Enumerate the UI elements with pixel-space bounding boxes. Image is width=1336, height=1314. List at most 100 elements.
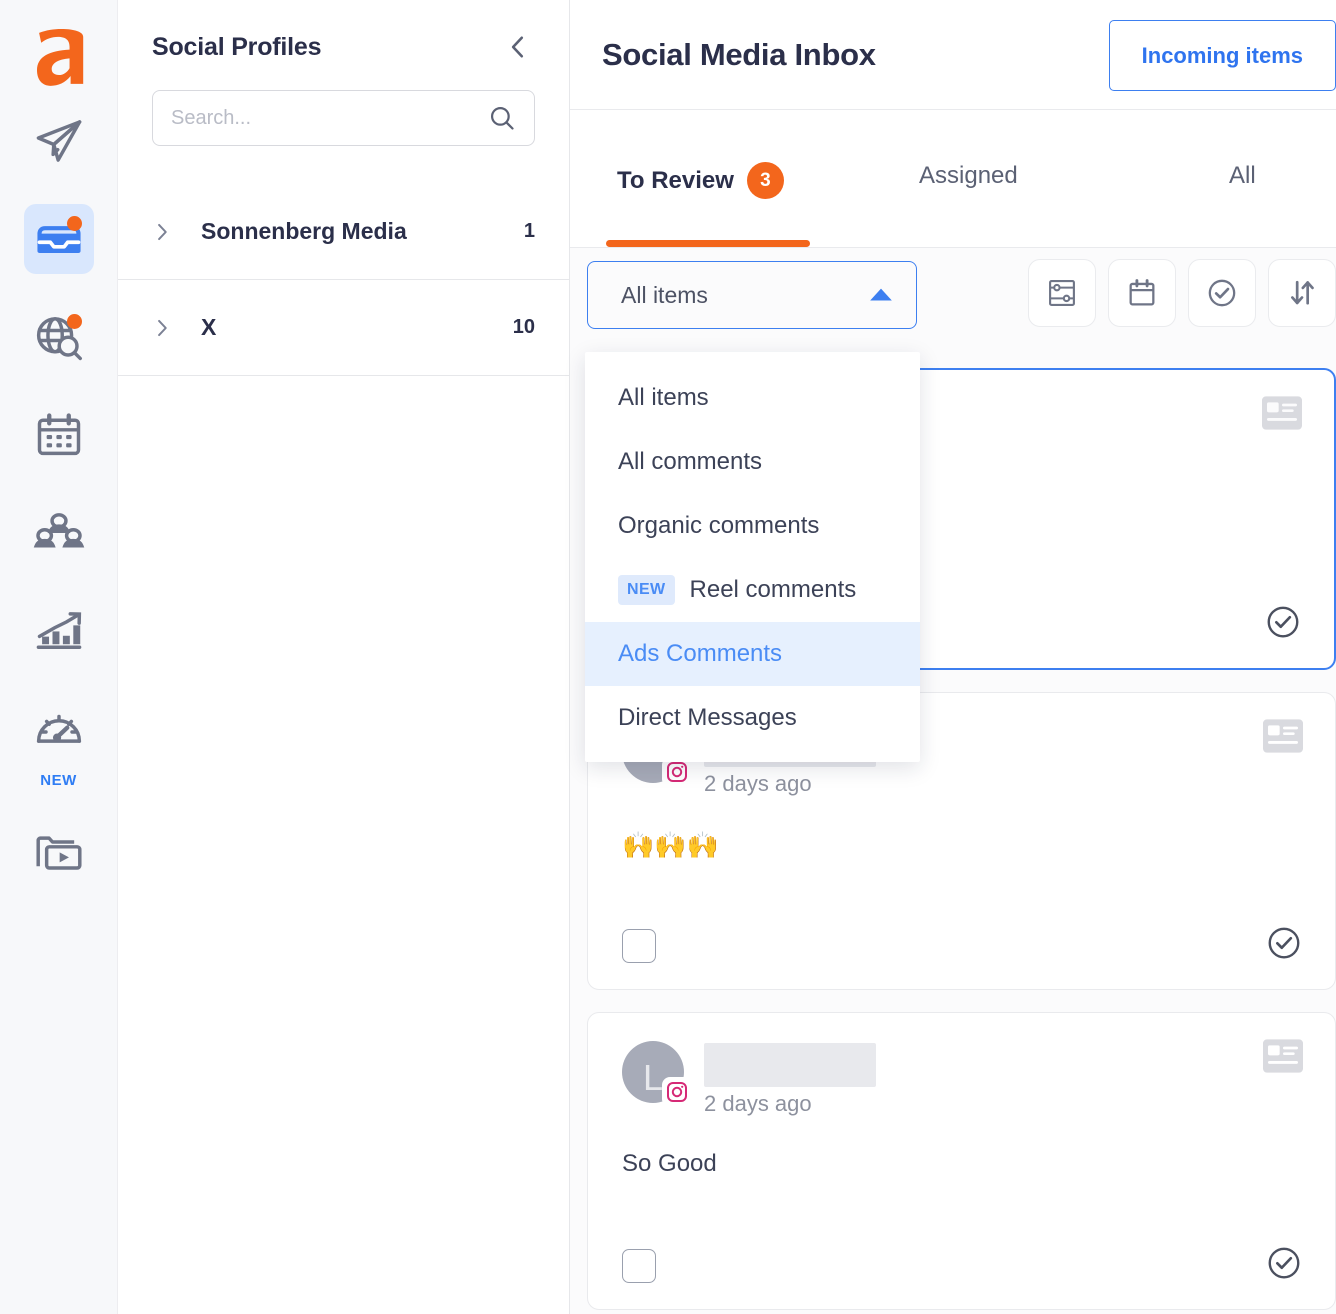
calendar-icon — [1129, 279, 1155, 306]
sort-arrows-icon — [1291, 280, 1314, 305]
avatar-initial: L — [642, 1057, 664, 1098]
listening-notification-dot — [66, 314, 82, 329]
inbox-notification-dot — [66, 216, 82, 231]
card-done-button[interactable] — [1264, 603, 1302, 646]
card-footer — [622, 1244, 1303, 1287]
inbox-tabs: To Review 3 Assigned All — [570, 110, 1336, 248]
inbox-title: Social Media Inbox — [602, 36, 876, 72]
card-text: So Good — [622, 1150, 717, 1177]
dropdown-option-label: Organic comments — [618, 512, 820, 539]
dropdown-option-label: All items — [618, 384, 709, 411]
collapse-panel-button[interactable] — [501, 30, 535, 64]
sort-button[interactable] — [1268, 259, 1336, 327]
card-meta: 2 days ago — [704, 1041, 876, 1117]
chevron-left-icon — [511, 36, 524, 58]
dropdown-option-label: All comments — [618, 448, 763, 475]
rail-item-publishing[interactable] — [24, 106, 94, 176]
dropdown-option-all-comments[interactable]: All comments — [585, 430, 920, 494]
inbox-toolbar — [1028, 259, 1336, 327]
card-done-button[interactable] — [1265, 924, 1303, 967]
rail-item-inbox[interactable] — [23, 204, 94, 274]
search-container — [118, 64, 569, 146]
mark-done-button[interactable] — [1188, 259, 1256, 327]
analytics-chart-icon — [36, 612, 81, 649]
author-name-redacted — [704, 1043, 876, 1087]
instagram-icon — [662, 1077, 692, 1107]
dropdown-option-all-items[interactable]: All items — [585, 366, 920, 430]
inbox-header: Social Media Inbox Incoming items — [570, 0, 1336, 110]
image-placeholder-icon[interactable] — [1263, 719, 1303, 758]
filter-button[interactable] — [1028, 259, 1096, 327]
people-icon — [33, 513, 84, 548]
image-placeholder-glyph — [1263, 719, 1303, 753]
tab-label: To Review — [617, 166, 734, 194]
dropdown-option-label: Direct Messages — [618, 704, 797, 731]
image-placeholder-icon[interactable] — [1263, 1039, 1303, 1078]
calendar-icon — [37, 413, 80, 456]
search-input[interactable] — [171, 106, 488, 130]
image-placeholder-icon[interactable] — [1262, 396, 1302, 435]
image-placeholder-glyph — [1263, 1039, 1303, 1073]
paper-plane-icon — [36, 120, 81, 162]
rail-item-advocacy[interactable] — [24, 498, 94, 568]
page-title: Social Profiles — [152, 32, 322, 61]
dropdown-option-reel-comments[interactable]: NEW Reel comments — [585, 558, 920, 622]
status-badge: 3 — [746, 162, 784, 199]
filter-sliders-icon — [1049, 280, 1075, 306]
inbox-card[interactable]: L 2 days ago So Good — [587, 1012, 1336, 1310]
card-select-checkbox[interactable] — [622, 928, 656, 963]
social-profiles-header: Social Profiles — [118, 0, 569, 64]
chevron-right-icon[interactable] — [152, 220, 178, 244]
active-tab-underline — [606, 240, 810, 247]
rail-item-calendar[interactable] — [24, 400, 94, 470]
card-select-checkbox[interactable] — [622, 1248, 656, 1283]
card-done-button[interactable] — [1265, 1244, 1303, 1287]
card-footer — [622, 924, 1303, 967]
check-circle-icon — [1208, 279, 1236, 307]
dropdown-option-label: Ads Comments — [618, 640, 783, 667]
tab-label: Assigned — [919, 162, 1018, 189]
item-type-select[interactable]: All items — [587, 261, 917, 329]
dropdown-option-ads-comments[interactable]: Ads Comments — [585, 622, 920, 686]
avatar: L — [622, 1041, 692, 1107]
inbox-filter-bar: All items — [570, 248, 1336, 344]
app-root: NEW Social Profiles Search... Sonnenberg… — [0, 0, 1336, 1314]
date-range-button[interactable] — [1108, 259, 1176, 327]
media-library-icon — [35, 836, 82, 870]
profile-count: 10 — [512, 316, 535, 338]
profile-row-sonnenberg-media[interactable]: Sonnenberg Media 1 — [118, 184, 569, 280]
image-placeholder-glyph — [1262, 396, 1302, 430]
incoming-items-button[interactable]: Incoming items — [1108, 20, 1336, 91]
tab-to-review[interactable]: To Review 3 — [617, 110, 784, 199]
social-profiles-panel: Social Profiles Sonnenberg Media 1 — [118, 0, 570, 1314]
search-icon[interactable] — [488, 104, 516, 132]
dropdown-option-direct-messages[interactable]: Direct Messages — [585, 686, 920, 750]
profile-count: 1 — [523, 220, 535, 242]
rail-item-analytics[interactable] — [24, 596, 94, 666]
rail-item-media-library[interactable] — [24, 817, 94, 887]
check-circle-icon — [1267, 606, 1299, 638]
speedometer-icon — [36, 714, 81, 743]
new-badge: NEW — [618, 575, 675, 605]
rail-item-benchmarks-new-label: NEW — [40, 772, 77, 789]
search-box[interactable] — [152, 90, 535, 146]
chevron-right-icon[interactable] — [152, 316, 178, 340]
dropdown-option-organic-comments[interactable]: Organic comments — [585, 494, 920, 558]
rail-item-benchmarks[interactable] — [24, 694, 94, 764]
caret-up-icon[interactable] — [868, 282, 894, 309]
check-circle-icon — [1268, 927, 1300, 959]
profile-row-x[interactable]: X 10 — [118, 280, 569, 376]
item-type-select-value: All items — [621, 281, 708, 308]
a-logo[interactable] — [24, 22, 94, 94]
card-header: L 2 days ago — [622, 1041, 1303, 1117]
item-type-dropdown-menu[interactable]: All items All comments Organic comments … — [585, 352, 920, 762]
check-circle-icon — [1268, 1247, 1300, 1279]
rail-item-listening[interactable] — [24, 302, 94, 372]
dropdown-option-label: Reel comments — [689, 576, 857, 603]
timestamp: 2 days ago — [704, 771, 812, 796]
tab-all[interactable]: All — [1229, 110, 1256, 190]
card-text: 🙌🙌🙌 — [622, 830, 720, 860]
profile-name: X — [201, 314, 217, 340]
tab-assigned[interactable]: Assigned — [919, 110, 1018, 190]
icon-rail: NEW — [0, 0, 118, 1314]
